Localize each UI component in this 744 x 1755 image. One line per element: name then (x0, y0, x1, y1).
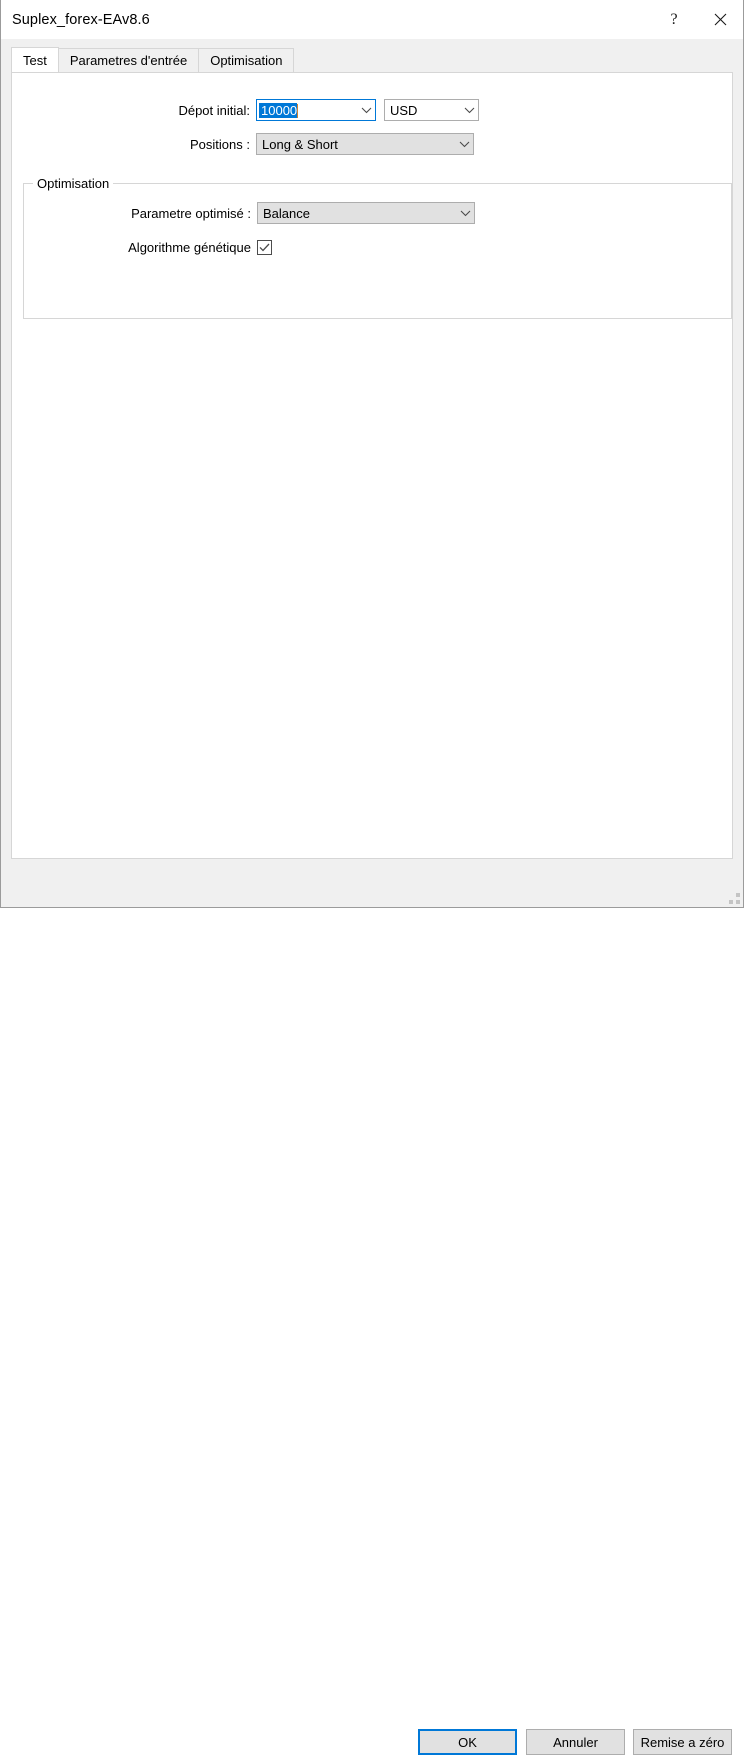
tab-test-label: Test (23, 52, 47, 68)
close-button[interactable] (697, 0, 743, 39)
dialog-footer: OK Annuler Remise a zéro (1, 859, 743, 1755)
deposit-label: Dépot initial: (178, 102, 250, 118)
positions-label: Positions : (190, 136, 250, 152)
optimisation-groupbox: Optimisation Parametre optimisé : Balanc… (23, 176, 732, 319)
optimised-parameter-value: Balance (263, 205, 310, 221)
genetic-algorithm-checkbox[interactable] (257, 239, 272, 255)
tab-panel-test: Dépot initial: 10000 USD Positions : Lon… (11, 72, 733, 859)
optimised-parameter-dropdown[interactable]: Balance (257, 202, 475, 224)
reset-button[interactable]: Remise a zéro (633, 1729, 732, 1755)
deposit-row: Dépot initial: 10000 USD (12, 99, 732, 121)
title-bar: Suplex_forex-EAv8.6 ? (1, 0, 743, 39)
genetic-algorithm-label: Algorithme génétique (128, 239, 251, 255)
tab-test[interactable]: Test (11, 47, 59, 72)
close-icon (714, 13, 727, 26)
tab-strip: Test Parametres d'entrée Optimisation (11, 47, 733, 72)
cancel-button[interactable]: Annuler (526, 1729, 625, 1755)
tab-parametres-entree-label: Parametres d'entrée (69, 53, 188, 68)
positions-value: Long & Short (262, 136, 338, 152)
currency-dropdown[interactable]: USD (384, 99, 479, 121)
ok-button[interactable]: OK (418, 1729, 517, 1755)
text-caret (297, 103, 299, 118)
chevron-down-icon[interactable] (455, 141, 473, 148)
deposit-input[interactable]: 10000 (256, 99, 376, 121)
genetic-algorithm-row: Algorithme génétique (24, 236, 731, 258)
chevron-down-icon[interactable] (456, 210, 474, 217)
grip-dot (729, 900, 733, 904)
chevron-down-icon[interactable] (460, 107, 478, 114)
test-form: Dépot initial: 10000 USD Positions : Lon… (12, 73, 732, 167)
tab-optimisation-label: Optimisation (210, 53, 283, 68)
grip-dot (736, 893, 740, 897)
tab-optimisation[interactable]: Optimisation (198, 48, 295, 72)
checkmark-icon (259, 243, 270, 252)
dialog-window: Suplex_forex-EAv8.6 ? Test Parametres d'… (0, 0, 744, 1755)
optimised-parameter-label: Parametre optimisé : (131, 205, 251, 221)
deposit-value: 10000 (259, 102, 298, 118)
deposit-value-wrap: 10000 (257, 102, 357, 118)
currency-value: USD (390, 102, 418, 118)
optimisation-form: Parametre optimisé : Balance Algorithme … (24, 184, 731, 270)
optimised-parameter-row: Parametre optimisé : Balance (24, 202, 731, 224)
help-button[interactable]: ? (651, 0, 697, 39)
tab-parametres-entree[interactable]: Parametres d'entrée (57, 48, 200, 72)
window-controls: ? (651, 0, 743, 39)
resize-grip[interactable] (728, 892, 740, 904)
question-mark-icon: ? (670, 10, 678, 28)
window-title: Suplex_forex-EAv8.6 (12, 11, 150, 28)
positions-row: Positions : Long & Short (12, 133, 732, 155)
positions-dropdown[interactable]: Long & Short (256, 133, 474, 155)
chevron-down-icon[interactable] (357, 107, 375, 114)
grip-dot (736, 900, 740, 904)
